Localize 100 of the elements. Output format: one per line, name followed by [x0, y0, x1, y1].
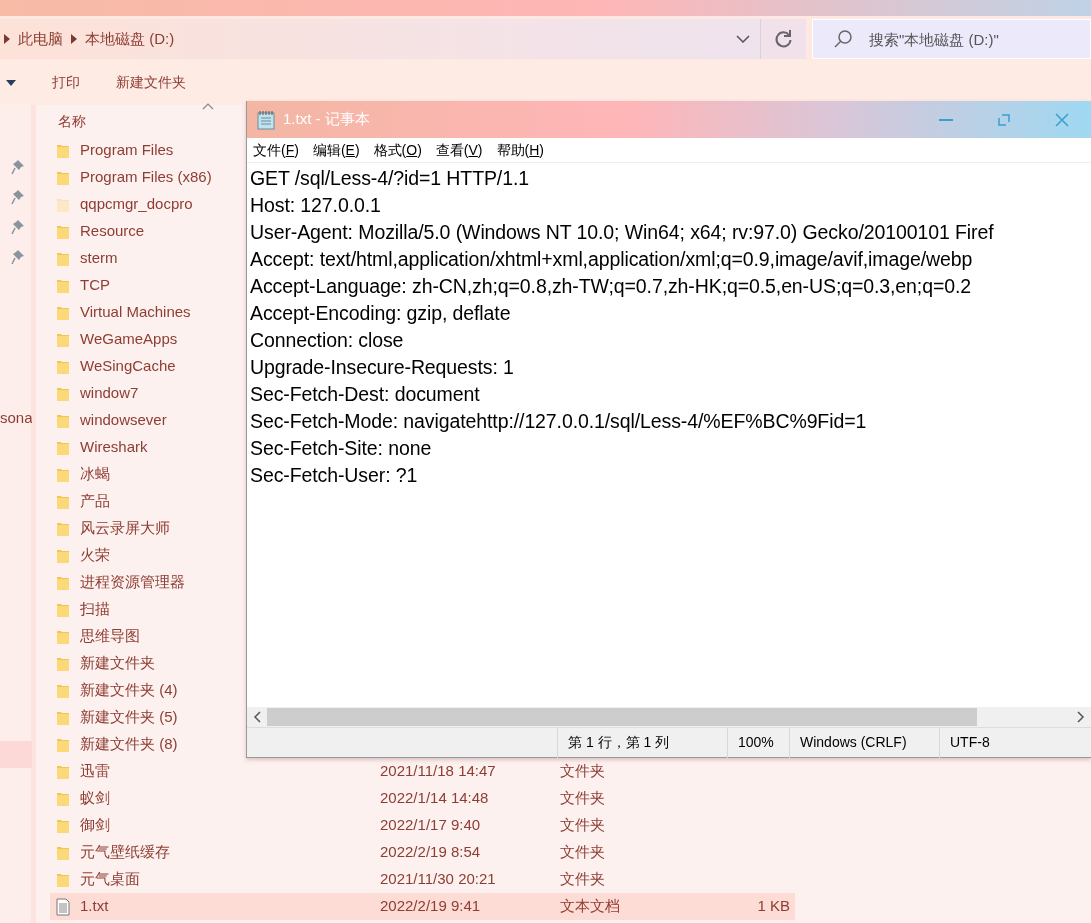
- file-date: 2021/11/30 20:21: [380, 869, 497, 890]
- folder-icon: [56, 547, 70, 564]
- sort-caret-icon: [202, 103, 214, 110]
- file-type: 文件夹: [560, 761, 606, 782]
- file-name[interactable]: Program Files: [80, 139, 174, 162]
- search-field[interactable]: 搜索"本地磁盘 (D:)": [867, 20, 1090, 58]
- text-line: Host: 127.0.0.1: [250, 193, 382, 218]
- caret-icon[interactable]: [6, 79, 16, 86]
- text-line: Upgrade-Insecure-Requests: 1: [250, 355, 515, 380]
- status-text: UTF-8: [939, 727, 1059, 758]
- file-date: 2022/2/19 9:41: [380, 896, 482, 917]
- text-line: GET /sql/Less-4/?id=1 HTTP/1.1: [250, 166, 530, 191]
- text-line: Accept: text/html,application/xhtml+xml,application/xml;q=0.9,image/avif,image/webp: [250, 247, 974, 272]
- pin-icon: [11, 159, 25, 175]
- menu-item[interactable]: 格式(O): [373, 139, 422, 161]
- file-name[interactable]: 新建文件夹 (5): [80, 706, 178, 729]
- notepad-icon: [257, 109, 275, 130]
- file-name[interactable]: 思维导图: [80, 625, 140, 648]
- folder-icon: [56, 628, 70, 645]
- folder-icon: [56, 466, 70, 483]
- file-name[interactable]: 进程资源管理器: [80, 571, 185, 594]
- file-name[interactable]: Wireshark: [80, 436, 148, 459]
- menu-item[interactable]: 文件(F): [253, 139, 299, 161]
- chevron-icon: [4, 34, 10, 44]
- file-name[interactable]: 元气壁纸缓存: [80, 841, 170, 864]
- file-type: 文件夹: [560, 815, 606, 836]
- search-icon: [833, 29, 853, 49]
- maximize-icon: [998, 113, 1010, 126]
- file-name[interactable]: window7: [80, 382, 139, 405]
- folder-icon: [56, 655, 70, 672]
- file-name[interactable]: 风云录屏大师: [80, 517, 170, 540]
- file-size: 1 KB: [756, 896, 790, 917]
- folder-icon: [56, 682, 70, 699]
- file-name[interactable]: 产品: [80, 490, 110, 513]
- column-header[interactable]: 名称: [58, 110, 86, 132]
- folder-icon: [56, 763, 70, 780]
- search-box[interactable]: 搜索"本地磁盘 (D:)": [812, 19, 1091, 59]
- menu-item[interactable]: 查看(V): [435, 139, 483, 161]
- file-date: 2022/1/14 14:48: [380, 788, 490, 809]
- menu-item[interactable]: 帮助(H): [496, 139, 544, 161]
- text-line: Connection: close: [250, 328, 405, 353]
- file-name[interactable]: sterm: [80, 247, 118, 270]
- folder-icon: [56, 277, 70, 294]
- toolbar-button[interactable]: 新建文件夹: [116, 72, 186, 93]
- status-text: 100%: [727, 727, 789, 758]
- folder-icon: [56, 304, 70, 321]
- scroll-thumb[interactable]: [267, 708, 977, 726]
- file-name[interactable]: 迅雷: [80, 760, 110, 783]
- dropdown-icon[interactable]: [736, 35, 750, 43]
- minimize-icon: [939, 118, 953, 121]
- folder-icon: [56, 871, 70, 888]
- file-name[interactable]: 扫描: [80, 598, 110, 621]
- file-name[interactable]: WeSingCache: [80, 355, 176, 378]
- text-line: Sec-Fetch-Mode: navigatehttp://127.0.0.1/sql/Less-4/%EF%BC%9Fid=1: [250, 409, 868, 434]
- file-name[interactable]: windowsever: [80, 409, 167, 432]
- folder-icon: [56, 844, 70, 861]
- close-icon: [1055, 112, 1069, 127]
- file-row[interactable]: 1.txt 2022/2/19 9:41 文本文档 1 KB: [50, 893, 795, 920]
- refresh-button[interactable]: [760, 19, 806, 59]
- file-name[interactable]: Resource: [80, 220, 145, 243]
- file-date: 2022/2/19 8:54: [380, 842, 482, 863]
- toolbar-button[interactable]: 打印: [52, 72, 80, 93]
- folder-icon: [56, 358, 70, 375]
- file-name[interactable]: 元气桌面: [80, 868, 140, 891]
- nav-item[interactable]: sona: [0, 404, 32, 431]
- file-name[interactable]: 火荣: [80, 544, 110, 567]
- status-text: Windows (CRLF): [789, 727, 939, 758]
- file-name[interactable]: Program Files (x86): [80, 166, 212, 189]
- text-file-icon: [56, 897, 70, 916]
- file-name[interactable]: 新建文件夹 (4): [80, 679, 178, 702]
- file-name[interactable]: qqpcmgr_docpro: [80, 193, 193, 216]
- folder-icon: [56, 250, 70, 267]
- folder-icon: [56, 817, 70, 834]
- file-name[interactable]: 御剑: [80, 814, 110, 837]
- file-name[interactable]: Virtual Machines: [80, 301, 191, 324]
- file-name[interactable]: 1.txt: [80, 895, 109, 918]
- folder-icon: [56, 439, 70, 456]
- file-type: 文件夹: [560, 869, 606, 890]
- folder-icon: [56, 790, 70, 807]
- pin-icon: [11, 219, 25, 235]
- file-date: 2022/1/17 9:40: [380, 815, 482, 836]
- status-text: 第 1 行，第 1 列: [557, 727, 727, 758]
- folder-icon: [56, 142, 70, 159]
- text-line: Sec-Fetch-Site: none: [250, 436, 433, 461]
- folder-icon: [56, 169, 70, 186]
- refresh-icon: [773, 29, 794, 49]
- file-name[interactable]: 新建文件夹: [80, 652, 155, 675]
- menu-item[interactable]: 编辑(E): [312, 139, 360, 161]
- folder-icon: [56, 412, 70, 429]
- file-name[interactable]: WeGameApps: [80, 328, 178, 351]
- file-name[interactable]: TCP: [80, 274, 110, 297]
- horizontal-scrollbar[interactable]: [247, 707, 1091, 727]
- file-name[interactable]: 蚁剑: [80, 787, 110, 810]
- file-name[interactable]: 冰蝎: [80, 463, 110, 486]
- file-date: 2021/11/18 14:47: [380, 761, 497, 782]
- file-name[interactable]: 新建文件夹 (8): [80, 733, 178, 756]
- chevron-icon: [71, 34, 77, 44]
- text-line: Sec-Fetch-User: ?1: [250, 463, 419, 488]
- address-bar[interactable]: 此电脑 本地磁盘 (D:): [0, 19, 760, 59]
- file-type: 文件夹: [560, 842, 606, 863]
